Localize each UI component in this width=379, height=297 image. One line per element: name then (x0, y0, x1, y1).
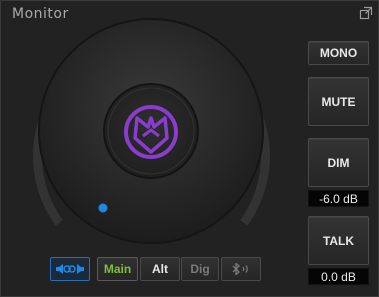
talk-button[interactable]: TALK (308, 216, 369, 265)
bluetooth-button[interactable] (221, 257, 261, 281)
mute-button[interactable]: MUTE (308, 77, 369, 126)
source-alt-button[interactable]: Alt (140, 257, 180, 281)
speaker-link-icon (56, 264, 84, 274)
speaker-link-button[interactable] (50, 257, 90, 281)
popout-icon[interactable] (359, 6, 373, 20)
talk-level-readout: 0.0 dB (308, 268, 369, 285)
dim-button[interactable]: DIM (308, 138, 369, 187)
source-main-button[interactable]: Main (97, 257, 138, 281)
source-dig-button[interactable]: Dig (181, 257, 219, 281)
monitor-panel: Monitor MONO MUTE DIM -6.0 dB TALK 0.0 d… (0, 0, 379, 297)
dim-level-readout: -6.0 dB (308, 190, 369, 207)
volume-knob-area (33, 18, 270, 244)
bluetooth-icon (232, 263, 248, 275)
knob-position-dot (98, 203, 108, 213)
mono-button[interactable]: MONO (308, 41, 369, 65)
